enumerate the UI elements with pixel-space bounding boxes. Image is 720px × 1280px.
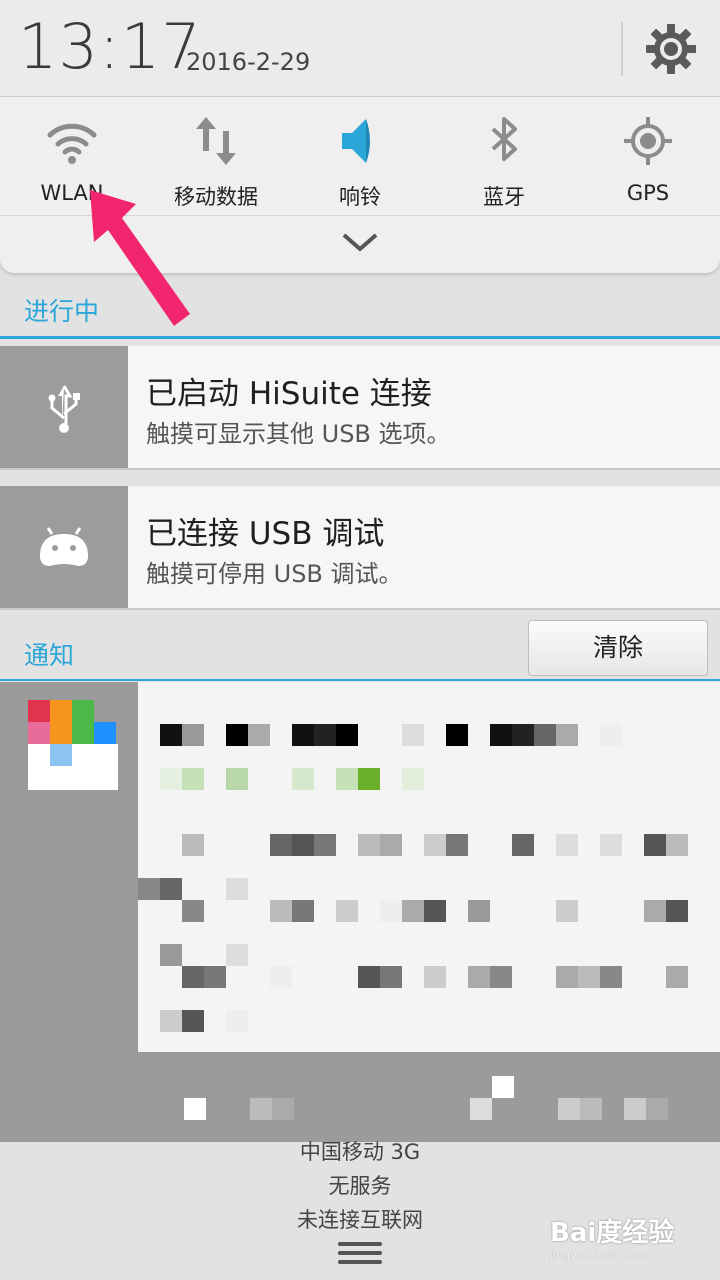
redacted-content	[138, 682, 720, 1052]
notification-usb-debugging[interactable]: 已连接 USB 调试 触摸可停用 USB 调试。	[0, 486, 720, 610]
watermark-text: Bai度经验	[550, 1218, 675, 1248]
clock-time: 13:17	[18, 10, 202, 83]
clock-date: 2016-2-29	[186, 48, 311, 76]
tile-label: GPS	[626, 181, 670, 205]
service-status: 无服务	[328, 1174, 392, 1198]
notification-icon-box	[0, 486, 128, 608]
tile-ring[interactable]: 响铃	[288, 97, 432, 215]
header-divider	[621, 22, 623, 76]
settings-gear-icon[interactable]	[644, 22, 698, 76]
tile-gps[interactable]: GPS	[576, 97, 720, 215]
gps-icon	[624, 117, 672, 165]
notification-hisuite[interactable]: 已启动 HiSuite 连接 触摸可显示其他 USB 选项。	[0, 346, 720, 470]
app-icon	[28, 700, 118, 790]
tile-label: 蓝牙	[483, 185, 525, 209]
notification-title: 已启动 HiSuite 连接	[146, 376, 432, 412]
notification-subtitle: 触摸可显示其他 USB 选项。	[146, 420, 451, 448]
carrier-name: 中国移动 3G	[299, 1140, 421, 1164]
baidu-watermark: Bai度经验 jingyan.baidu.com	[550, 1212, 674, 1262]
status-header: 13:17 2016-2-29	[0, 0, 720, 97]
notification-subtitle: 触摸可停用 USB 调试。	[146, 560, 403, 588]
usb-icon	[48, 385, 80, 433]
tile-label: 响铃	[339, 185, 381, 209]
tile-bluetooth[interactable]: 蓝牙	[432, 97, 576, 215]
notification-title: 已连接 USB 调试	[146, 516, 385, 552]
chevron-down-icon[interactable]	[340, 227, 380, 257]
ongoing-divider	[0, 336, 720, 339]
ring-icon	[342, 119, 370, 163]
wifi-icon	[47, 123, 97, 164]
notification-icon-box	[0, 346, 128, 468]
clear-button[interactable]: 清除	[528, 620, 708, 676]
bluetooth-icon	[491, 117, 517, 161]
mobile-data-icon	[196, 117, 236, 165]
android-icon	[40, 527, 88, 566]
redacted-notification[interactable]	[0, 682, 720, 1142]
watermark-url: jingyan.baidu.com	[550, 1249, 652, 1262]
notifications-section-title: 通知	[24, 641, 75, 670]
notifications-divider	[0, 679, 720, 681]
drag-handle-icon[interactable]	[338, 1240, 382, 1266]
annotation-arrow	[90, 190, 190, 326]
